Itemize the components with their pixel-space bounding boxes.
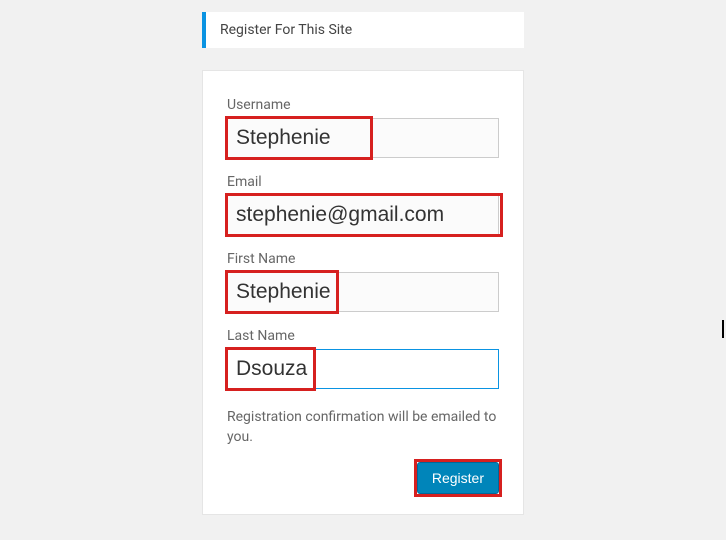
first-name-input-wrap xyxy=(227,272,499,312)
button-row: Register xyxy=(227,462,499,494)
first-name-field: First Name xyxy=(227,251,499,312)
username-label: Username xyxy=(227,97,499,113)
username-field: Username xyxy=(227,97,499,158)
register-form: Username Email First Name Last Name xyxy=(202,70,524,515)
first-name-label: First Name xyxy=(227,251,499,267)
email-field: Email xyxy=(227,174,499,235)
email-label: Email xyxy=(227,174,499,190)
email-input-wrap xyxy=(227,195,499,235)
username-input-wrap xyxy=(227,118,499,158)
header-title: Register For This Site xyxy=(220,22,352,38)
register-button-wrap: Register xyxy=(417,462,499,494)
text-cursor-indicator xyxy=(722,320,724,338)
page-header: Register For This Site xyxy=(202,12,524,48)
first-name-input[interactable] xyxy=(227,272,499,312)
last-name-input[interactable] xyxy=(227,349,499,389)
confirmation-note: Registration confirmation will be emaile… xyxy=(227,407,499,448)
last-name-input-wrap xyxy=(227,349,499,389)
last-name-label: Last Name xyxy=(227,328,499,344)
register-button[interactable]: Register xyxy=(417,462,499,494)
email-input[interactable] xyxy=(227,195,499,235)
username-input[interactable] xyxy=(227,118,499,158)
last-name-field: Last Name xyxy=(227,328,499,389)
